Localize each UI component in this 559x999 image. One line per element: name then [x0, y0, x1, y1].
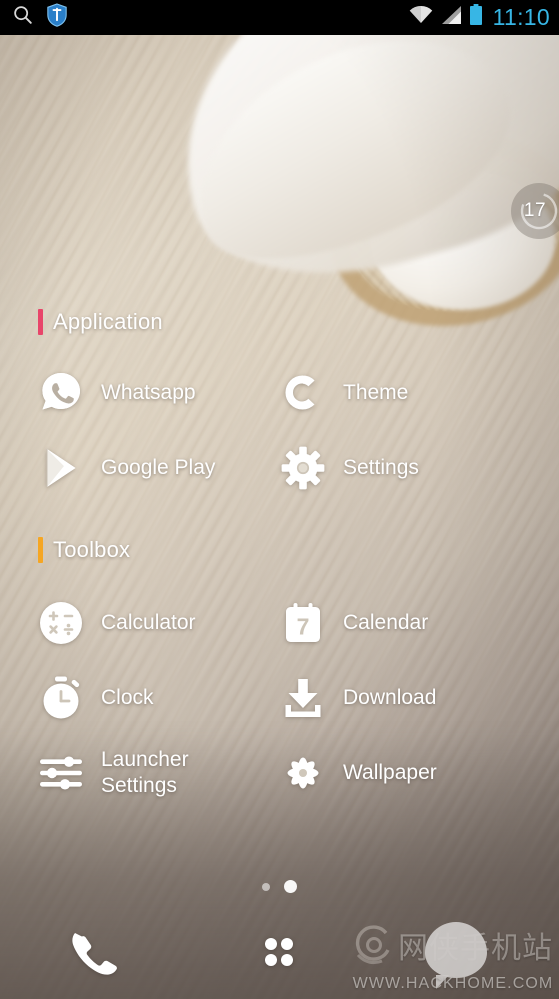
shield-security-icon[interactable]: [46, 3, 68, 32]
watermark-bubble: [425, 922, 487, 989]
status-bar-left: [12, 3, 68, 32]
app-label: Wallpaper: [343, 760, 437, 784]
section-header-application: Application: [0, 309, 559, 335]
whatsapp-icon: [38, 370, 84, 416]
calculator-icon: [38, 600, 84, 646]
wifi-icon: [409, 5, 433, 30]
app-item-clock[interactable]: Clock: [38, 660, 280, 735]
app-item-download[interactable]: Download: [280, 660, 522, 735]
app-label: Theme: [343, 380, 409, 404]
calendar-icon: 7: [280, 600, 326, 646]
watermark-row: 网侠手机站: [347, 921, 559, 989]
status-bar-right: 11:10: [409, 4, 550, 31]
google-play-icon: [38, 445, 84, 491]
app-item-calendar[interactable]: 7 Calendar: [280, 585, 522, 660]
app-item-launcher-settings[interactable]: Launcher Settings: [38, 735, 280, 810]
homescreen-content: Application Whatsapp Theme Google Play S…: [0, 35, 559, 863]
watermark-url: WWW.HACKHOME.COM: [352, 975, 554, 992]
app-label: Launcher Settings: [101, 747, 189, 797]
cellular-signal-icon: [440, 5, 462, 30]
stopwatch-clock-icon: [38, 675, 84, 721]
app-label: Google Play: [101, 455, 216, 479]
app-label: Calculator: [101, 610, 196, 634]
app-label: Whatsapp: [101, 380, 196, 404]
section-header-toolbox: Toolbox: [0, 537, 559, 563]
theme-icon: [280, 370, 326, 416]
circular-counter-widget[interactable]: 17: [511, 183, 559, 239]
status-bar: 11:10: [0, 0, 559, 35]
app-item-wallpaper[interactable]: Wallpaper: [280, 735, 522, 810]
search-icon[interactable]: [12, 4, 34, 31]
app-label: Download: [343, 685, 437, 709]
calendar-day-number: 7: [297, 613, 310, 639]
section-title: Application: [53, 309, 163, 334]
section-title: Toolbox: [53, 537, 131, 562]
battery-icon: [469, 4, 483, 31]
phone-handset-icon: [64, 926, 126, 987]
sliders-icon: [38, 750, 84, 796]
app-item-whatsapp[interactable]: Whatsapp: [38, 355, 280, 430]
site-watermark: 网侠手机站 WWW.HACKHOME.COM: [347, 917, 559, 995]
section-accent-bar: [38, 537, 43, 563]
app-label: Settings: [343, 455, 419, 479]
page-dot-2[interactable]: [284, 880, 297, 893]
app-grid-application: Whatsapp Theme Google Play Settings: [0, 355, 559, 505]
section-accent-bar: [38, 309, 43, 335]
dock-app-drawer-button[interactable]: [256, 931, 302, 977]
dock-phone-button[interactable]: [62, 927, 128, 985]
app-item-settings[interactable]: Settings: [280, 430, 522, 505]
app-label: Calendar: [343, 610, 429, 634]
page-indicator: [0, 880, 559, 893]
app-grid-toolbox: Calculator 7 Calendar Clock Download Lau…: [0, 585, 559, 810]
flower-wallpaper-icon: [280, 750, 326, 796]
app-drawer-grid-icon: [256, 929, 302, 980]
hackhome-logo-icon: [350, 922, 396, 968]
status-bar-clock: 11:10: [492, 4, 550, 30]
download-icon: [280, 675, 326, 721]
badge-value: 17: [523, 200, 547, 221]
page-dot-1[interactable]: [262, 882, 270, 891]
settings-gear-icon: [280, 445, 326, 491]
app-item-theme[interactable]: Theme: [280, 355, 522, 430]
app-label: Clock: [101, 685, 154, 709]
app-item-calculator[interactable]: Calculator: [38, 585, 280, 660]
app-item-google-play[interactable]: Google Play: [38, 430, 280, 505]
